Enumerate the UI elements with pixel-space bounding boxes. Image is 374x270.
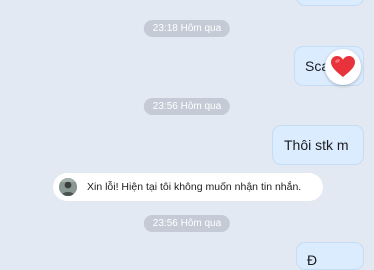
message-text: Thôi stk m [284, 137, 349, 153]
time-separator: 23:18 Hôm qua [143, 20, 231, 37]
notice-text: Xin lỗi! Hiện tại tôi không muốn nhận ti… [87, 181, 302, 193]
system-notice: Xin lỗi! Hiện tại tôi không muốn nhận ti… [53, 173, 323, 201]
time-separator: 23:56 Hôm qua [143, 98, 231, 115]
chat-area[interactable]: 23:18 Hôm qua Sca 23:56 Hôm qua Thôi stk… [0, 0, 374, 270]
message-bubble[interactable] [296, 0, 364, 6]
message-bubble[interactable]: Thôi stk m [272, 125, 364, 165]
heart-icon [331, 56, 355, 77]
message-text: Đ [307, 252, 318, 268]
message-bubble[interactable]: Đ [296, 242, 364, 270]
avatar[interactable] [59, 178, 77, 196]
time-separator: 23:56 Hôm qua [143, 215, 231, 232]
reaction-badge[interactable] [325, 49, 361, 85]
